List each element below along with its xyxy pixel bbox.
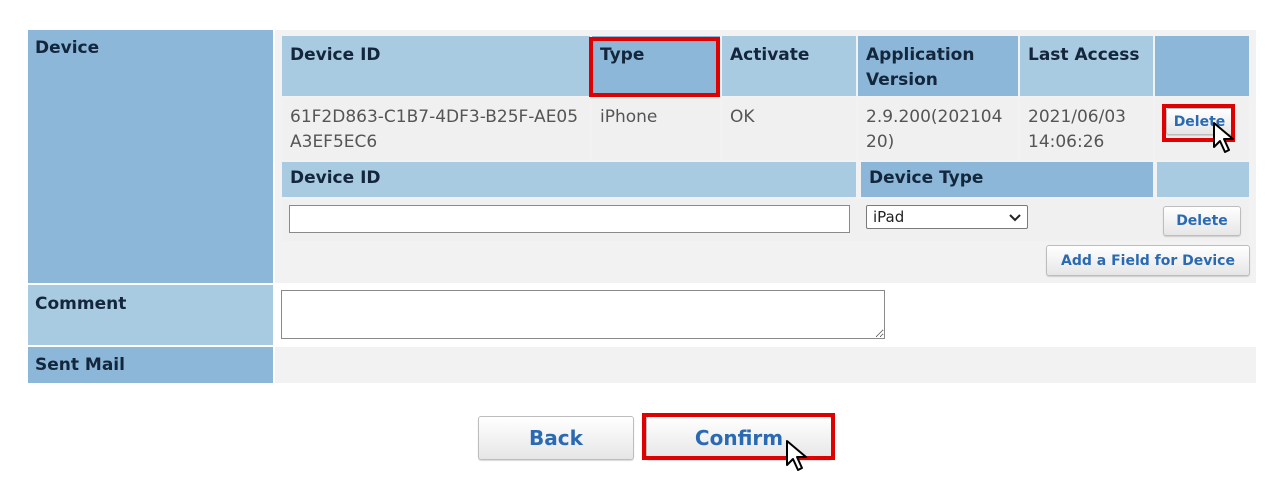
delete-new-device-button[interactable]: Delete — [1163, 206, 1241, 236]
mouse-pointer-icon — [1212, 121, 1238, 155]
device-type-selected-value: iPad — [873, 208, 905, 226]
device-label: Device — [35, 38, 100, 58]
mouse-pointer-icon — [785, 439, 811, 473]
sent-mail-content-area — [275, 347, 1256, 383]
comment-label-cell: Comment — [28, 285, 273, 345]
col-header-actions — [1155, 36, 1249, 96]
device-id-input[interactable] — [289, 205, 850, 233]
col-header-last-access: Last Access — [1020, 36, 1153, 96]
col-header-activate: Activate — [722, 36, 856, 96]
device-type-select[interactable]: iPad — [866, 205, 1028, 229]
cell-last-access: 2021/06/03 14:06:26 — [1020, 98, 1153, 160]
comment-label: Comment — [35, 294, 127, 314]
add-field-for-device-button[interactable]: Add a Field for Device — [1046, 245, 1250, 276]
device-label-cell: Device — [28, 30, 273, 283]
type-header-highlight — [589, 37, 720, 97]
sent-mail-label: Sent Mail — [35, 355, 125, 375]
back-button[interactable]: Back — [478, 416, 634, 460]
col-header-application-version: Application Version — [858, 36, 1018, 96]
new-col-header-device-type: Device Type — [861, 162, 1153, 197]
cell-activate: OK — [722, 98, 856, 160]
cell-type: iPhone — [592, 98, 720, 160]
col-header-device-id: Device ID — [282, 36, 590, 96]
comment-textarea[interactable] — [281, 290, 885, 339]
chevron-down-icon — [1009, 208, 1021, 226]
sent-mail-label-cell: Sent Mail — [28, 347, 273, 383]
new-col-header-actions — [1157, 162, 1249, 197]
new-col-header-device-id: Device ID — [282, 162, 856, 197]
cell-device-id: 61F2D863-C1B7-4DF3-B25F-AE05A3EF5EC6 — [282, 98, 590, 160]
cell-application-version: 2.9.200(20210420) — [858, 98, 1018, 160]
